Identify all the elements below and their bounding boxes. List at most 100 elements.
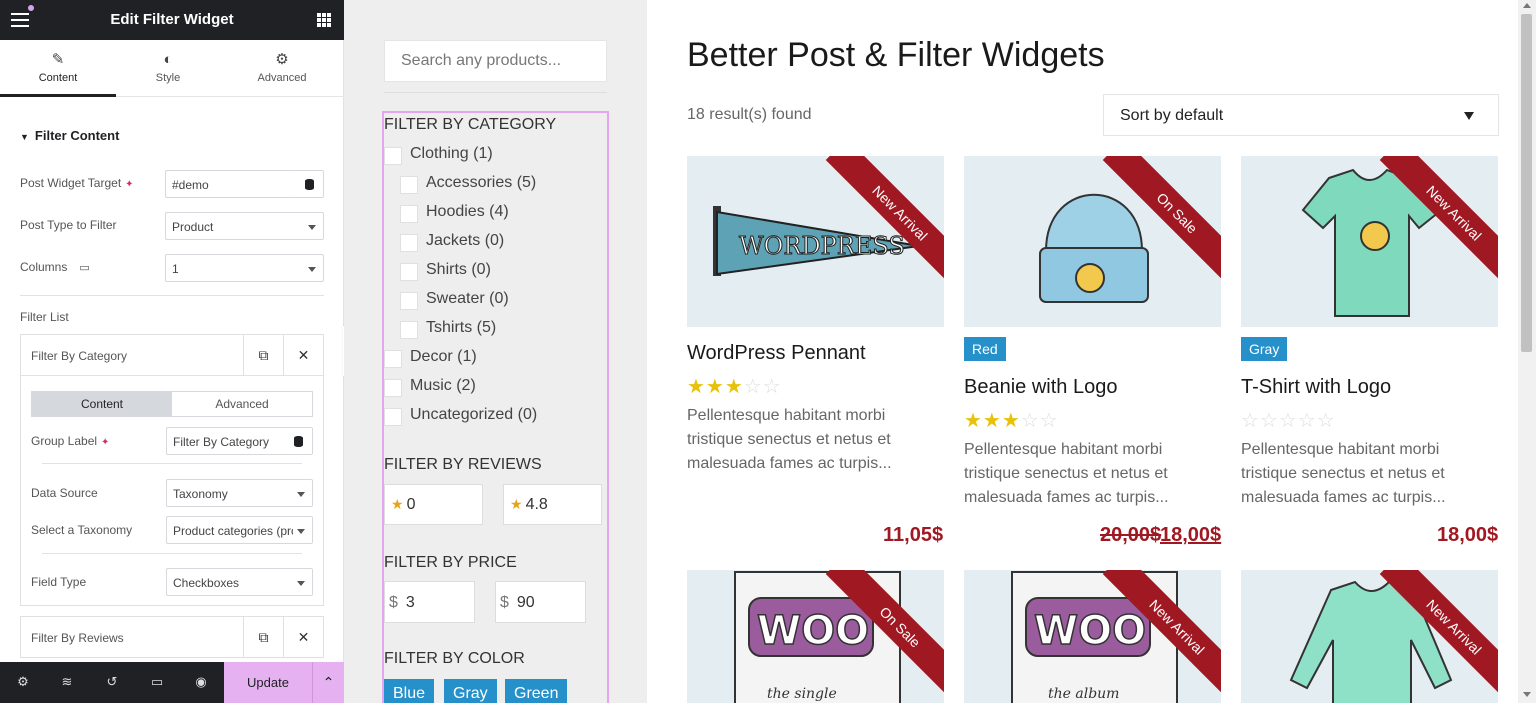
page-title: Better Post & Filter Widgets	[687, 36, 1105, 74]
category-checkbox[interactable]	[384, 408, 402, 426]
filter-color-heading: FILTER BY COLOR	[384, 650, 525, 667]
svg-text:WORDPRESS: WORDPRESS	[739, 232, 905, 260]
repeater-item-title[interactable]: Filter By Reviews	[31, 631, 124, 645]
product-image-beanie[interactable]: On Sale	[964, 156, 1221, 327]
rating-stars: ★★★☆☆	[964, 410, 1059, 432]
editor-panel: Edit Filter Widget ✎ Content ◐ Style ⚙ A…	[0, 0, 344, 703]
category-label[interactable]: Decor (1)	[410, 348, 477, 366]
ai-sparkle-icon[interactable]: ✦	[101, 437, 109, 448]
product-title[interactable]: Beanie with Logo	[964, 376, 1117, 399]
category-label[interactable]: Accessories (5)	[426, 174, 536, 192]
taxonomy-select[interactable]: Product categories (pro	[166, 516, 313, 544]
desktop-icon[interactable]: ▭	[79, 262, 89, 274]
category-checkbox[interactable]	[400, 321, 418, 339]
search-input[interactable]: Search any products...	[384, 40, 607, 82]
category-checkbox[interactable]	[384, 147, 402, 165]
category-checkbox[interactable]	[400, 176, 418, 194]
product-description: Pellentesque habitant morbi tristique sen…	[687, 407, 892, 472]
divider	[384, 92, 607, 93]
inner-tabs: Content Advanced	[31, 391, 313, 417]
history-icon[interactable]: ↺	[104, 674, 120, 690]
category-checkbox[interactable]	[400, 205, 418, 223]
divider	[42, 553, 302, 554]
product-image-pennant[interactable]: WORDPRESS New Arrival	[687, 156, 944, 327]
product-image-tshirt[interactable]: New Arrival	[1241, 156, 1498, 327]
sort-select[interactable]: Sort by default	[1103, 94, 1499, 136]
repeater-item-title[interactable]: Filter By Category	[31, 349, 127, 363]
update-button[interactable]: Update	[224, 662, 312, 703]
price-max-input[interactable]: $90	[495, 581, 586, 623]
product-title[interactable]: WordPress Pennant	[687, 342, 866, 365]
columns-select[interactable]: 1	[165, 254, 324, 282]
category-label[interactable]: Shirts (0)	[426, 261, 491, 279]
product-image-woo-single[interactable]: WOO the single On Sale	[687, 570, 944, 703]
group-label-input[interactable]: Filter By Category	[166, 427, 286, 455]
page-scrollbar[interactable]	[1518, 0, 1536, 703]
divider	[20, 295, 324, 296]
category-label[interactable]: Hoodies (4)	[426, 203, 509, 221]
dynamic-tags-button[interactable]	[285, 427, 313, 455]
tab-content[interactable]: ✎ Content	[0, 40, 116, 97]
category-label[interactable]: Uncategorized (0)	[410, 406, 537, 424]
review-min-input[interactable]: ★ 0	[384, 484, 483, 525]
scroll-down-icon[interactable]	[1523, 692, 1531, 697]
duplicate-icon[interactable]: ⧉	[243, 335, 283, 375]
post-widget-target-input[interactable]: #demo	[165, 170, 297, 198]
scrollbar-thumb[interactable]	[1521, 14, 1532, 352]
filter-list-label: Filter List	[20, 310, 69, 324]
post-type-select[interactable]: Product	[165, 212, 324, 240]
category-label[interactable]: Music (2)	[410, 377, 476, 395]
navigator-icon[interactable]: ≋	[59, 674, 75, 690]
preview-eye-icon[interactable]: ◉	[193, 674, 209, 690]
scroll-up-icon[interactable]	[1523, 3, 1531, 8]
rating-stars: ★★★☆☆	[687, 376, 782, 398]
color-gray-button[interactable]: Gray	[444, 679, 497, 703]
database-icon	[294, 436, 303, 447]
pencil-icon: ✎	[51, 51, 65, 68]
repeater-item-reviews: Filter By Reviews ⧉ ✕	[20, 616, 324, 658]
filter-reviews-heading: FILTER BY REVIEWS	[384, 456, 542, 473]
inner-tab-content[interactable]: Content	[32, 392, 172, 416]
panel-title: Edit Filter Widget	[110, 11, 234, 28]
chevron-up-icon[interactable]: ⌃	[312, 662, 344, 703]
beanie-illustration	[1039, 193, 1149, 303]
category-label[interactable]: Sweater (0)	[426, 290, 509, 308]
category-label[interactable]: Tshirts (5)	[426, 319, 496, 337]
inner-tab-advanced[interactable]: Advanced	[172, 392, 312, 416]
color-blue-button[interactable]: Blue	[384, 679, 435, 703]
ai-sparkle-icon[interactable]: ✦	[125, 179, 133, 190]
category-checkbox[interactable]	[384, 379, 402, 397]
widgets-grid-icon[interactable]	[317, 13, 331, 27]
category-checkbox[interactable]	[400, 292, 418, 310]
group-label-label: Group Label ✦	[31, 434, 110, 448]
category-label[interactable]: Clothing (1)	[410, 145, 493, 163]
duplicate-icon[interactable]: ⧉	[243, 617, 283, 657]
post-widget-target-label: Post Widget Target ✦	[20, 176, 134, 190]
dynamic-tags-button[interactable]	[296, 170, 324, 198]
product-image-woo-album[interactable]: WOO the album New Arrival	[964, 570, 1221, 703]
price-min-input[interactable]: $3	[384, 581, 475, 623]
category-checkbox[interactable]	[400, 263, 418, 281]
product-image-longsleeve[interactable]: New Arrival	[1241, 570, 1498, 703]
review-max-input[interactable]: ★ 4.8	[503, 484, 602, 525]
settings-icon[interactable]: ⚙	[15, 674, 31, 690]
columns-label: Columns ▭	[20, 260, 90, 274]
product-title[interactable]: T-Shirt with Logo	[1241, 376, 1391, 399]
color-green-button[interactable]: Green	[505, 679, 568, 703]
field-type-select[interactable]: Checkboxes	[166, 568, 313, 596]
color-tag: Gray	[1241, 337, 1288, 361]
data-source-select[interactable]: Taxonomy	[166, 479, 313, 507]
responsive-icon[interactable]: ▭	[149, 674, 165, 690]
category-checkbox[interactable]	[384, 350, 402, 368]
tab-advanced[interactable]: ⚙ Advanced	[224, 40, 340, 97]
dropdown-arrow-icon	[1464, 112, 1474, 120]
category-checkbox[interactable]	[400, 234, 418, 252]
close-icon[interactable]: ✕	[283, 617, 323, 657]
tab-advanced-label: Advanced	[257, 72, 307, 84]
dropdown-arrow-icon	[297, 529, 305, 534]
product-price: 11,05$	[883, 524, 944, 546]
close-icon[interactable]: ✕	[283, 335, 323, 375]
section-toggle[interactable]: ▼ Filter Content	[20, 128, 119, 143]
tab-style[interactable]: ◐ Style	[110, 40, 226, 97]
category-label[interactable]: Jackets (0)	[426, 232, 504, 250]
